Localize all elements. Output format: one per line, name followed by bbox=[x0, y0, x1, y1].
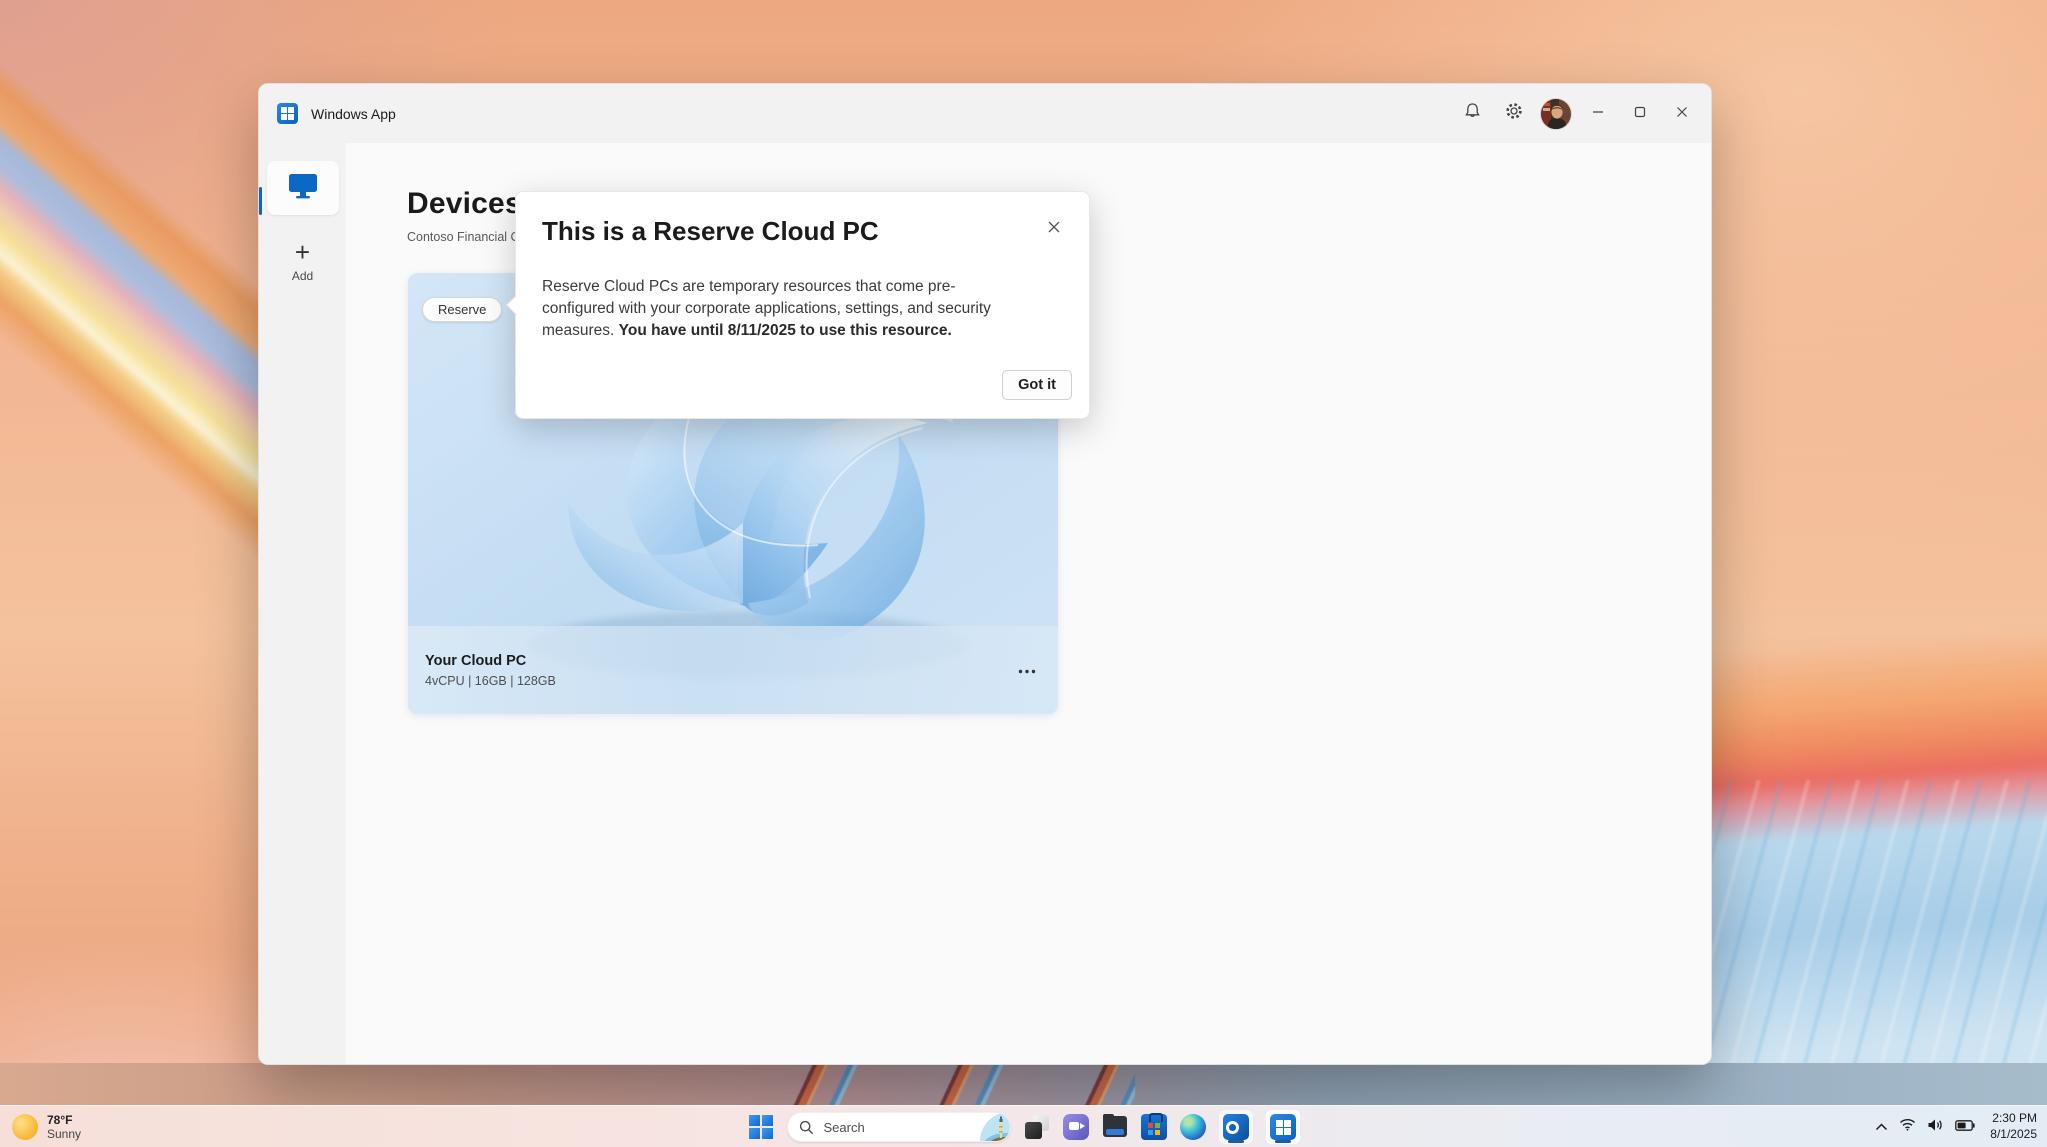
windows-app-taskbar-button[interactable] bbox=[1266, 1110, 1300, 1144]
search-highlight-image bbox=[968, 1112, 1010, 1142]
outlook-icon bbox=[1223, 1114, 1249, 1140]
search-icon bbox=[799, 1120, 814, 1135]
wifi-icon bbox=[1899, 1118, 1916, 1136]
speaker-icon bbox=[1927, 1118, 1944, 1137]
dialog-close-button[interactable] bbox=[1041, 216, 1067, 242]
desktop: Windows App bbox=[0, 0, 2047, 1147]
add-label: Add bbox=[292, 269, 313, 283]
battery-button[interactable] bbox=[1955, 1118, 1975, 1136]
microsoft-store-button[interactable] bbox=[1141, 1114, 1167, 1140]
wallpaper-stripes bbox=[765, 1058, 1135, 1106]
sidebar: + Add bbox=[259, 143, 346, 1064]
minimize-button[interactable] bbox=[1577, 84, 1619, 143]
dialog-title: This is a Reserve Cloud PC bbox=[542, 216, 879, 247]
window-title: Windows App bbox=[311, 106, 396, 122]
task-view-button[interactable] bbox=[1024, 1114, 1050, 1140]
got-it-button[interactable]: Got it bbox=[1002, 370, 1072, 400]
taskbar-search[interactable]: Search bbox=[787, 1112, 1011, 1142]
card-footer: Your Cloud PC 4vCPU | 16GB | 128GB bbox=[408, 626, 1058, 714]
close-icon bbox=[1676, 105, 1688, 123]
sidebar-add-button[interactable]: + Add bbox=[292, 241, 313, 283]
weather-temp: 78°F bbox=[47, 1113, 81, 1127]
settings-button[interactable] bbox=[1493, 84, 1535, 143]
dialog-body-bold: You have until 8/11/2025 to use this res… bbox=[619, 322, 952, 339]
sun-icon bbox=[12, 1114, 38, 1140]
edge-browser-button[interactable] bbox=[1180, 1114, 1206, 1140]
windows-app-icon bbox=[277, 103, 298, 124]
monitor-icon bbox=[288, 173, 318, 204]
reserve-badge: Reserve bbox=[422, 297, 502, 322]
open-app-indicator bbox=[1228, 1140, 1244, 1143]
ellipsis-icon bbox=[1018, 661, 1036, 678]
wifi-button[interactable] bbox=[1899, 1118, 1916, 1136]
cloud-pc-name: Your Cloud PC bbox=[425, 653, 556, 669]
start-button[interactable] bbox=[748, 1114, 774, 1140]
windows-app-window: Windows App bbox=[258, 83, 1712, 1065]
maximize-button[interactable] bbox=[1619, 84, 1661, 143]
bell-icon bbox=[1464, 102, 1481, 125]
card-more-menu-button[interactable] bbox=[1018, 665, 1036, 675]
outlook-button[interactable] bbox=[1219, 1110, 1253, 1144]
weather-condition: Sunny bbox=[47, 1127, 81, 1141]
battery-icon bbox=[1955, 1118, 1975, 1136]
account-avatar[interactable] bbox=[1541, 99, 1571, 129]
titlebar[interactable]: Windows App bbox=[259, 84, 1711, 143]
close-button[interactable] bbox=[1661, 84, 1703, 143]
windows-logo-icon bbox=[749, 1115, 773, 1139]
selected-indicator bbox=[259, 187, 262, 215]
reserve-cloud-pc-dialog: This is a Reserve Cloud PC Reserve Cloud… bbox=[515, 191, 1090, 419]
file-explorer-button[interactable] bbox=[1102, 1114, 1128, 1140]
maximize-icon bbox=[1634, 105, 1646, 123]
windows-app-icon bbox=[1270, 1114, 1296, 1140]
gear-icon bbox=[1505, 102, 1523, 125]
chat-teams-button[interactable] bbox=[1063, 1114, 1089, 1140]
tray-chevron-button[interactable] bbox=[1875, 1118, 1888, 1136]
plus-icon: + bbox=[295, 241, 310, 263]
dialog-body: Reserve Cloud PCs are temporary resource… bbox=[542, 276, 1057, 342]
close-icon bbox=[1047, 220, 1061, 239]
taskbar: 78°F Sunny Search bbox=[0, 1105, 2047, 1147]
tray-time: 2:30 PM bbox=[1990, 1111, 2037, 1127]
cloud-pc-specs: 4vCPU | 16GB | 128GB bbox=[425, 674, 556, 688]
sidebar-item-devices[interactable] bbox=[267, 161, 339, 215]
search-placeholder: Search bbox=[824, 1120, 968, 1135]
chevron-up-icon bbox=[1875, 1118, 1888, 1136]
tray-clock[interactable]: 2:30 PM 8/1/2025 bbox=[1990, 1111, 2037, 1142]
notifications-button[interactable] bbox=[1451, 84, 1493, 143]
minimize-icon bbox=[1592, 105, 1604, 123]
weather-widget[interactable]: 78°F Sunny bbox=[12, 1106, 81, 1147]
open-app-indicator bbox=[1275, 1140, 1291, 1143]
volume-button[interactable] bbox=[1927, 1118, 1944, 1137]
tray-date: 8/1/2025 bbox=[1990, 1127, 2037, 1143]
store-icon bbox=[1148, 1123, 1160, 1135]
